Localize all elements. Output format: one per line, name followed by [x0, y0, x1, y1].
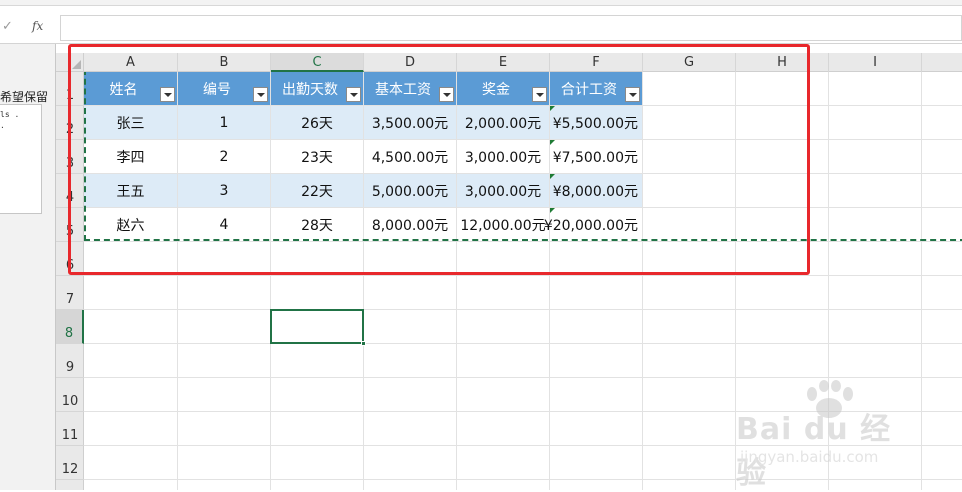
- gridline-horizontal: [84, 377, 962, 378]
- formula-input[interactable]: [60, 15, 962, 41]
- row-header-8[interactable]: 8: [56, 310, 84, 344]
- enter-check-icon[interactable]: ✓: [2, 19, 16, 34]
- row-header-11[interactable]: 11: [56, 412, 84, 446]
- baidu-watermark: Bai du 经验 jingyan.baidu.com: [736, 380, 916, 491]
- column-header-i[interactable]: I: [829, 53, 922, 72]
- ribbon-edge: [0, 0, 962, 6]
- side-pane-textbox[interactable]: ls . .: [0, 104, 42, 214]
- formula-bar: ✓ fx: [0, 12, 962, 44]
- fill-handle[interactable]: [361, 341, 366, 346]
- highlight-annotation-box: [68, 44, 810, 275]
- gridline-horizontal: [84, 275, 962, 276]
- gridline-horizontal: [84, 343, 962, 344]
- row-header-9[interactable]: 9: [56, 344, 84, 378]
- row-header-10[interactable]: 10: [56, 378, 84, 412]
- side-pane-text: 希望保留: [0, 90, 49, 104]
- side-pane-code: ls . .: [0, 110, 20, 130]
- insert-function-icon[interactable]: fx: [32, 19, 43, 33]
- active-cell-c8[interactable]: [270, 309, 364, 344]
- row-header-7[interactable]: 7: [56, 276, 84, 310]
- row-header-12[interactable]: 12: [56, 446, 84, 480]
- watermark-url: jingyan.baidu.com: [740, 448, 879, 466]
- gridline-horizontal: [84, 309, 962, 310]
